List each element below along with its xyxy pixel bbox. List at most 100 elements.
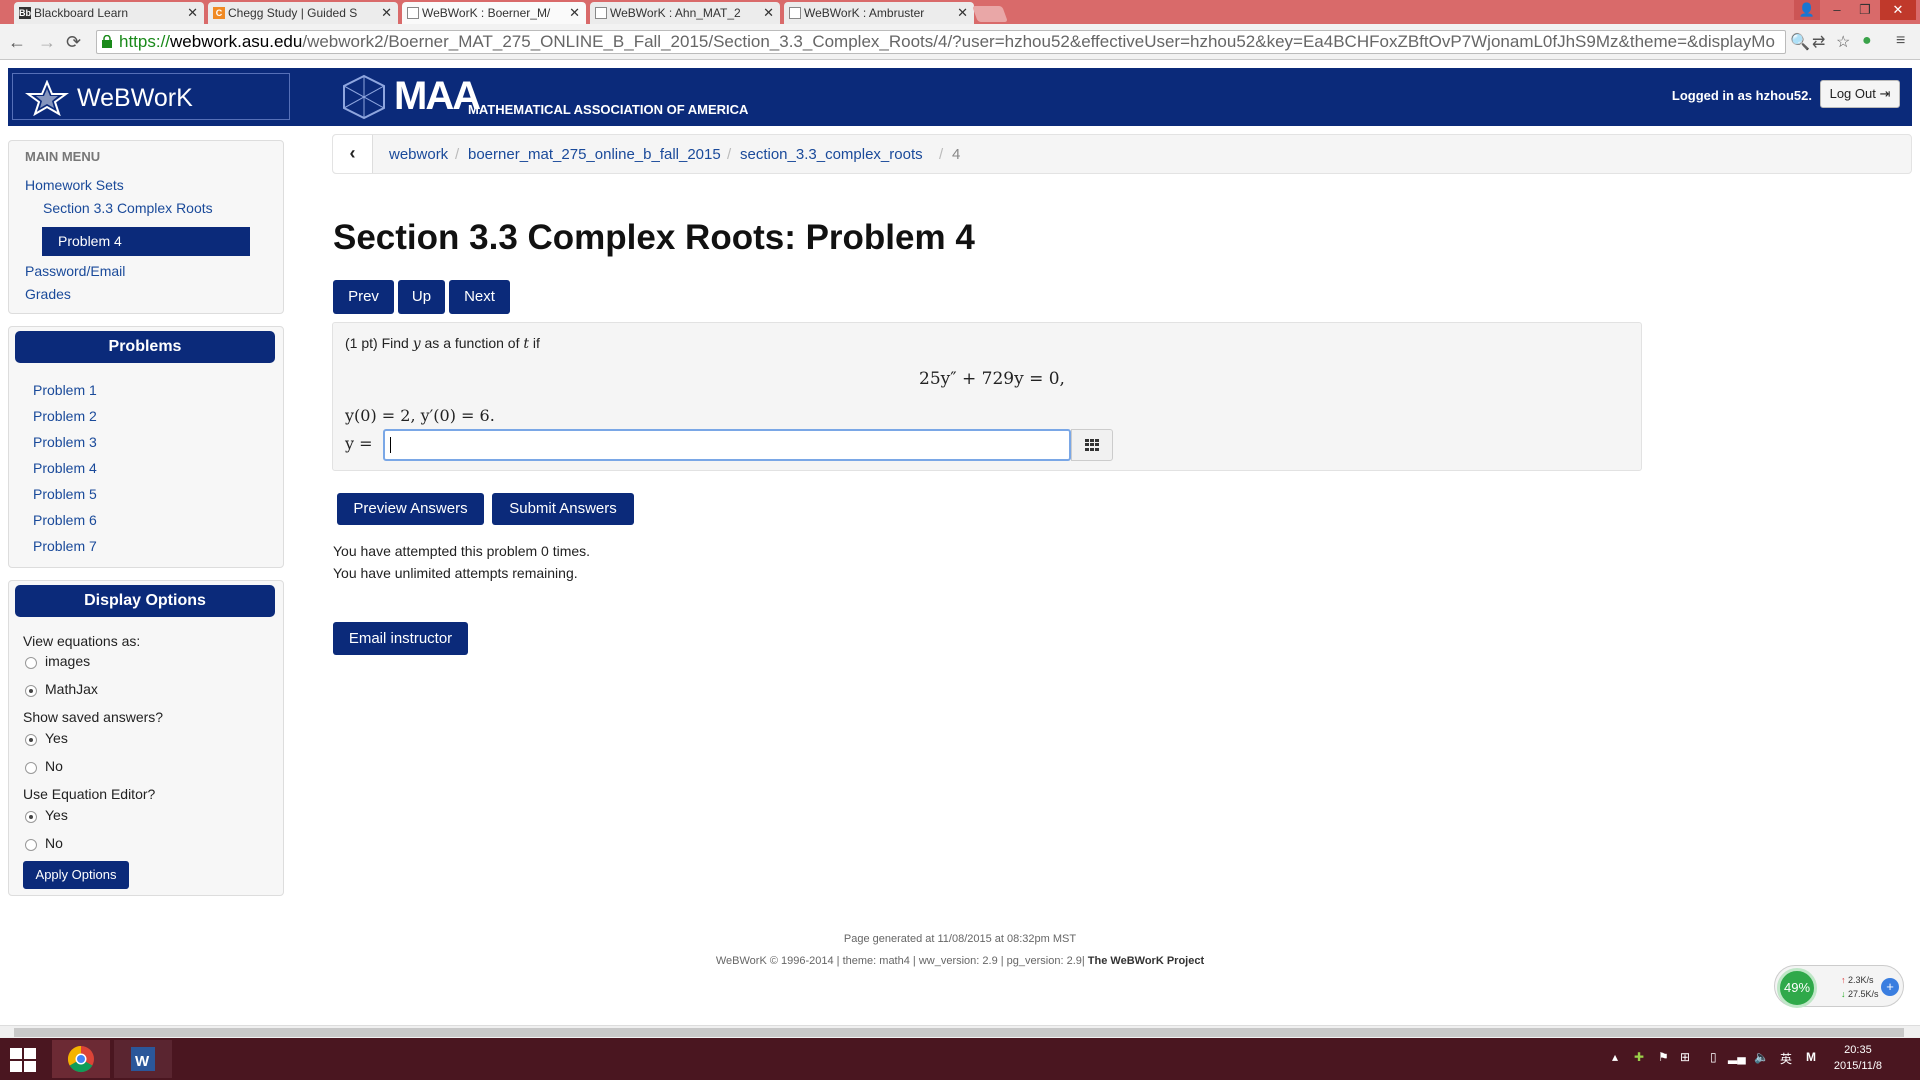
- minimize-icon[interactable]: –: [1824, 0, 1850, 20]
- next-button[interactable]: Next: [449, 280, 510, 314]
- user-profile-icon[interactable]: 👤: [1794, 0, 1820, 20]
- scrollbar-thumb[interactable]: [14, 1028, 1904, 1037]
- close-tab-icon[interactable]: ✕: [381, 5, 392, 21]
- upload-speed: ↑ 2.3K/s: [1841, 975, 1874, 985]
- windows-start-icon[interactable]: [10, 1048, 36, 1072]
- menu-problem-4-active[interactable]: Problem 4: [42, 227, 250, 256]
- extension-icon[interactable]: ●: [1862, 32, 1872, 50]
- radio-saved-yes-label: Yes: [45, 730, 68, 746]
- secure-lock-icon: [102, 35, 112, 48]
- chrome-menu-icon[interactable]: ≡: [1896, 32, 1905, 50]
- problem-link-4[interactable]: Problem 4: [33, 460, 97, 476]
- horizontal-scrollbar[interactable]: [0, 1025, 1920, 1038]
- webwork-logo[interactable]: WeBWorK: [12, 73, 290, 120]
- network-monitor-widget[interactable]: 49% ↑ 2.3K/s ↓ 27.5K/s +: [1774, 965, 1904, 1008]
- reload-icon[interactable]: ⟳: [66, 32, 81, 52]
- breadcrumb-set[interactable]: section_3.3_complex_roots: [740, 146, 923, 163]
- apply-options-button[interactable]: Apply Options: [23, 861, 129, 889]
- browser-tab-blackboard[interactable]: Bb Blackboard Learn ✕: [14, 2, 204, 24]
- display-options-heading: Display Options: [15, 585, 275, 617]
- logout-button[interactable]: Log Out ⇥: [1820, 80, 1900, 108]
- url-scheme: https://: [119, 32, 171, 51]
- close-tab-icon[interactable]: ✕: [957, 5, 968, 21]
- browser-tab-chegg[interactable]: C Chegg Study | Guided S ✕: [208, 2, 398, 24]
- upload-speed-value: 2.3K/s: [1848, 975, 1874, 985]
- page-title: Section 3.3 Complex Roots: Problem 4: [333, 218, 975, 257]
- download-arrow-icon: ↓: [1841, 989, 1846, 999]
- translate-icon[interactable]: ⇄: [1812, 32, 1825, 52]
- battery-icon[interactable]: ▯: [1710, 1050, 1717, 1064]
- problems-heading: Problems: [15, 331, 275, 363]
- breadcrumb-webwork[interactable]: webwork: [389, 146, 448, 163]
- browser-tab-webwork-ahn[interactable]: WeBWorK : Ahn_MAT_2 ✕: [590, 2, 780, 24]
- menu-section-3-3[interactable]: Section 3.3 Complex Roots: [43, 200, 213, 216]
- submit-answers-button[interactable]: Submit Answers: [492, 493, 634, 525]
- taskbar-chrome[interactable]: [52, 1040, 110, 1078]
- tab-label: WeBWorK : Boerner_M/: [422, 6, 551, 20]
- prev-button[interactable]: Prev: [333, 280, 394, 314]
- restore-icon[interactable]: ❐: [1852, 0, 1878, 20]
- browser-tab-webwork-ambruster[interactable]: WeBWorK : Ambruster ✕: [784, 2, 974, 24]
- differential-equation: 25y″ + 729y = 0,: [919, 369, 1065, 389]
- tray-expand-icon[interactable]: ▴: [1612, 1050, 1618, 1064]
- radio-saved-yes[interactable]: [25, 734, 37, 746]
- problem-link-3[interactable]: Problem 3: [33, 434, 97, 450]
- preview-answers-button[interactable]: Preview Answers: [337, 493, 484, 525]
- variable-t: t: [523, 336, 529, 352]
- ime-indicator[interactable]: 英: [1780, 1050, 1792, 1067]
- radio-saved-no[interactable]: [25, 762, 37, 774]
- zoom-search-icon[interactable]: 🔍: [1790, 32, 1810, 52]
- up-button[interactable]: Up: [398, 280, 445, 314]
- bookmark-star-icon[interactable]: ☆: [1836, 32, 1850, 52]
- page-generated-text: Page generated at 11/08/2015 at 08:32pm …: [843, 933, 1077, 945]
- tray-app-icon[interactable]: ✚: [1634, 1050, 1644, 1064]
- problem-link-6[interactable]: Problem 6: [33, 512, 97, 528]
- back-arrow-icon[interactable]: ←: [8, 32, 26, 52]
- new-tab-button[interactable]: [972, 6, 1008, 22]
- webwork-project-link[interactable]: The WeBWorK Project: [1088, 955, 1204, 967]
- initial-conditions: y(0) = 2, y′(0) = 6.: [345, 406, 495, 425]
- answer-input[interactable]: [383, 429, 1071, 461]
- problem-link-5[interactable]: Problem 5: [33, 486, 97, 502]
- problem-link-1[interactable]: Problem 1: [33, 382, 97, 398]
- action-center-flag-icon[interactable]: ⚑: [1658, 1050, 1669, 1064]
- word-icon: W: [131, 1047, 155, 1071]
- breadcrumb-course[interactable]: boerner_mat_275_online_b_fall_2015: [468, 146, 721, 163]
- close-tab-icon[interactable]: ✕: [763, 5, 774, 21]
- radio-editor-no[interactable]: [25, 839, 37, 851]
- maa-polyhedron-icon: [343, 74, 385, 120]
- close-tab-icon[interactable]: ✕: [187, 5, 198, 21]
- text-caret: [390, 437, 391, 453]
- problem-link-7[interactable]: Problem 7: [33, 538, 97, 554]
- forward-arrow-icon[interactable]: →: [38, 32, 56, 52]
- radio-editor-yes[interactable]: [25, 811, 37, 823]
- radio-images[interactable]: [25, 657, 37, 669]
- main-menu-panel: MAIN MENU Homework Sets Section 3.3 Comp…: [8, 140, 284, 314]
- menu-grades[interactable]: Grades: [25, 286, 71, 302]
- menu-password-email[interactable]: Password/Email: [25, 263, 125, 279]
- close-window-icon[interactable]: ✕: [1880, 0, 1916, 20]
- widget-plus-icon[interactable]: +: [1881, 978, 1899, 996]
- problem-link-2[interactable]: Problem 2: [33, 408, 97, 424]
- email-instructor-button[interactable]: Email instructor: [333, 622, 468, 655]
- close-tab-icon[interactable]: ✕: [569, 5, 580, 21]
- menu-homework-sets[interactable]: Homework Sets: [25, 177, 124, 193]
- network-usage-percent: 49%: [1777, 968, 1817, 1008]
- ime-mode-icon[interactable]: M: [1806, 1050, 1816, 1064]
- equation-editor-button[interactable]: [1071, 429, 1113, 461]
- browser-tab-webwork-boerner[interactable]: WeBWorK : Boerner_M/ ✕: [402, 2, 586, 24]
- network-signal-icon[interactable]: ▂▄: [1728, 1050, 1746, 1064]
- volume-icon[interactable]: 🔈: [1754, 1050, 1769, 1064]
- address-bar[interactable]: https://webwork.asu.edu/webwork2/Boerner…: [96, 30, 1786, 54]
- system-clock[interactable]: 20:35 2015/11/8: [1834, 1042, 1882, 1074]
- breadcrumb-current: 4: [952, 146, 961, 163]
- url-host: webwork.asu.edu: [170, 32, 303, 51]
- tab-label: WeBWorK : Ambruster: [804, 6, 925, 20]
- windows-tray-icon[interactable]: ⊞: [1680, 1050, 1690, 1064]
- equation-editor-label: Use Equation Editor?: [23, 786, 156, 802]
- radio-editor-yes-label: Yes: [45, 807, 68, 823]
- browser-toolbar: ← → ⟳ https://webwork.asu.edu/webwork2/B…: [0, 24, 1920, 60]
- radio-mathjax[interactable]: [25, 685, 37, 697]
- taskbar-word[interactable]: W: [114, 1040, 172, 1078]
- breadcrumb-back-button[interactable]: ‹: [333, 135, 373, 173]
